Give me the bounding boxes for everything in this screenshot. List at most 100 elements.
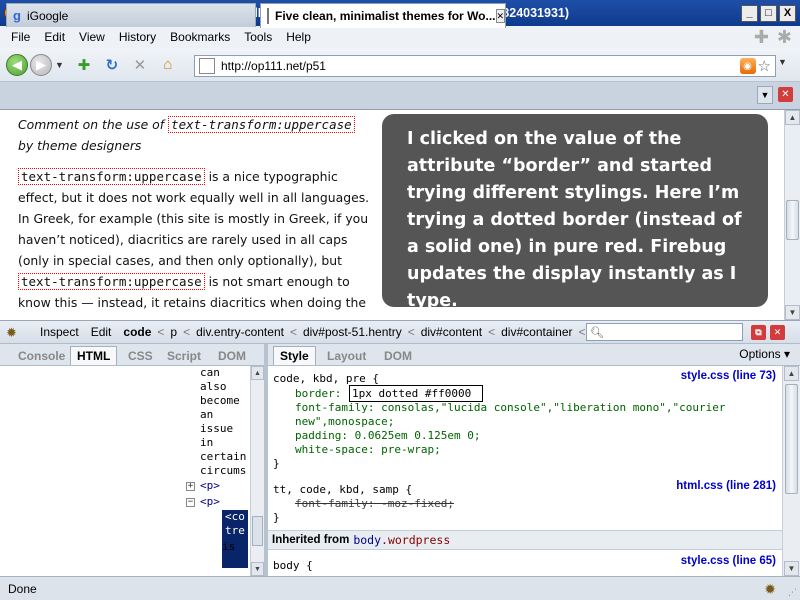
css-property-value[interactable]: new",monospace;: [295, 415, 394, 428]
annotation-callout: I clicked on the value of the attribute …: [382, 114, 768, 311]
tab-list-dropdown[interactable]: ▼: [757, 86, 773, 104]
css-property-font-family-cont[interactable]: new",monospace;: [295, 415, 394, 429]
page-scrollbar[interactable]: ▲ ▼: [784, 110, 800, 320]
html-text-line: also: [200, 380, 227, 393]
html-panel-scrollbar[interactable]: ▲ ▼: [250, 366, 264, 576]
inspect-button[interactable]: Inspect: [40, 325, 79, 339]
options-menu[interactable]: Options ▾: [739, 347, 790, 361]
tab-layout[interactable]: Layout: [321, 346, 372, 365]
html-node-p[interactable]: <p>: [200, 495, 220, 509]
css-selector[interactable]: tt, code, kbd, samp {: [273, 483, 412, 496]
tab-style[interactable]: Style: [273, 346, 316, 365]
menu-edit[interactable]: Edit: [37, 30, 72, 44]
inherited-element[interactable]: body: [353, 533, 381, 547]
edit-button[interactable]: Edit: [91, 325, 112, 339]
stop-icon[interactable]: ✕: [130, 55, 150, 75]
css-property-white-space[interactable]: white-space: pre-wrap;: [295, 443, 441, 457]
window-controls: _ □ X: [739, 4, 796, 22]
tab-css[interactable]: CSS: [122, 346, 159, 365]
css-property-name[interactable]: border:: [295, 387, 341, 400]
firebug-search-input[interactable]: 🔍︎: [586, 323, 743, 341]
menu-tools[interactable]: Tools: [237, 30, 279, 44]
rss-feed-icon[interactable]: ◉: [739, 58, 756, 74]
css-source-link[interactable]: style.css (line 73): [681, 370, 776, 382]
resize-grip-icon[interactable]: ⋰: [788, 587, 797, 598]
breadcrumb-code[interactable]: code: [123, 325, 151, 339]
url-bar[interactable]: http://op111.net/p51 ◉ ☆: [194, 55, 776, 77]
back-button[interactable]: ◀: [6, 53, 28, 76]
scroll-up-icon[interactable]: ▲: [251, 366, 264, 380]
bookmark-star-icon[interactable]: ☆: [758, 57, 771, 75]
tab-igoogle[interactable]: g iGoogle: [6, 3, 256, 27]
close-button[interactable]: X: [779, 4, 796, 22]
close-tab-icon[interactable]: ✕: [778, 87, 793, 102]
home-icon[interactable]: ⌂: [158, 55, 178, 75]
tab-bar: [0, 82, 800, 110]
css-property-value[interactable]: consolas,"lucida console","liberation mo…: [381, 401, 725, 414]
style-panel-scrollbar[interactable]: ▲ ▼: [782, 366, 800, 576]
breadcrumb-p[interactable]: p: [170, 325, 177, 339]
firebug-status-icon[interactable]: ✹: [764, 581, 776, 598]
css-value-editor[interactable]: 1px dotted #ff0000: [349, 385, 483, 402]
forward-button[interactable]: ▶: [30, 53, 52, 76]
inherited-label: Inherited from: [272, 534, 350, 546]
scroll-thumb[interactable]: [252, 516, 263, 546]
menu-view[interactable]: View: [72, 30, 112, 44]
panel-divider[interactable]: [264, 344, 268, 366]
reload-icon[interactable]: ↻: [102, 55, 122, 75]
tab-html[interactable]: HTML: [70, 346, 118, 365]
add-bookmark-icon[interactable]: ✚: [74, 55, 94, 75]
scroll-thumb[interactable]: [785, 384, 798, 494]
tab-console[interactable]: Console: [12, 346, 71, 365]
firebug-icon[interactable]: ✹: [6, 325, 22, 340]
restore-button[interactable]: □: [760, 4, 777, 22]
plus-icon[interactable]: ✚: [754, 27, 769, 48]
menu-bookmarks[interactable]: Bookmarks: [163, 30, 237, 44]
css-property-value[interactable]: 0.0625em 0.125em 0;: [355, 429, 481, 442]
css-property-name[interactable]: font-family:: [295, 497, 374, 510]
inherited-class[interactable]: .wordpress: [381, 533, 450, 547]
menu-file[interactable]: File: [4, 30, 37, 44]
selected-html-node[interactable]: <co tre: [222, 510, 248, 568]
css-property-name[interactable]: padding:: [295, 429, 348, 442]
css-source-link[interactable]: style.css (line 65): [681, 555, 776, 567]
breadcrumb-post-51[interactable]: div#post-51.hentry: [303, 325, 402, 339]
url-dropdown-icon[interactable]: ▼: [778, 57, 787, 67]
history-dropdown-icon[interactable]: ▼: [55, 60, 64, 70]
css-property-font-family[interactable]: font-family: consolas,"lucida console","…: [295, 401, 725, 415]
css-property-value[interactable]: -moz-fixed;: [381, 497, 454, 510]
css-source-link[interactable]: html.css (line 281): [676, 480, 776, 492]
scroll-thumb[interactable]: [786, 200, 799, 240]
collapse-icon[interactable]: −: [186, 498, 195, 507]
css-property-value[interactable]: pre-wrap;: [381, 443, 441, 456]
css-property-border[interactable]: border:: [295, 387, 341, 401]
scroll-down-icon[interactable]: ▼: [251, 562, 264, 576]
scroll-down-icon[interactable]: ▼: [785, 305, 800, 320]
breadcrumb-container[interactable]: div#container: [501, 325, 572, 339]
html-node-p[interactable]: <p>: [200, 479, 220, 493]
tab-five-clean-themes[interactable]: Five clean, minimalist themes for Wo... …: [260, 3, 506, 28]
tab-label: iGoogle: [26, 8, 69, 23]
scroll-up-icon[interactable]: ▲: [785, 110, 800, 125]
expand-icon[interactable]: +: [186, 482, 195, 491]
tab-script[interactable]: Script: [161, 346, 207, 365]
css-selector[interactable]: code, kbd, pre {: [273, 372, 379, 385]
tab-side-dom[interactable]: DOM: [378, 346, 418, 365]
menu-history[interactable]: History: [112, 30, 163, 44]
menu-help[interactable]: Help: [279, 30, 318, 44]
firebug-detach-icon[interactable]: ⧉: [751, 325, 766, 340]
firebug-close-icon[interactable]: ✕: [770, 325, 785, 340]
css-property-overridden[interactable]: font-family: -moz-fixed;: [295, 497, 454, 511]
css-selector[interactable]: body {: [273, 559, 313, 572]
scroll-down-icon[interactable]: ▼: [784, 561, 799, 576]
scroll-up-icon[interactable]: ▲: [784, 366, 799, 381]
css-property-name[interactable]: white-space:: [295, 443, 374, 456]
tab-dom[interactable]: DOM: [212, 346, 252, 365]
breadcrumb-entry-content[interactable]: div.entry-content: [196, 325, 284, 339]
breadcrumb-content[interactable]: div#content: [421, 325, 482, 339]
css-property-padding[interactable]: padding: 0.0625em 0.125em 0;: [295, 429, 480, 443]
css-property-name[interactable]: font-family:: [295, 401, 374, 414]
url-text[interactable]: http://op111.net/p51: [221, 59, 740, 73]
tab-close-button[interactable]: ✕: [495, 9, 505, 23]
minimize-button[interactable]: _: [741, 4, 758, 22]
